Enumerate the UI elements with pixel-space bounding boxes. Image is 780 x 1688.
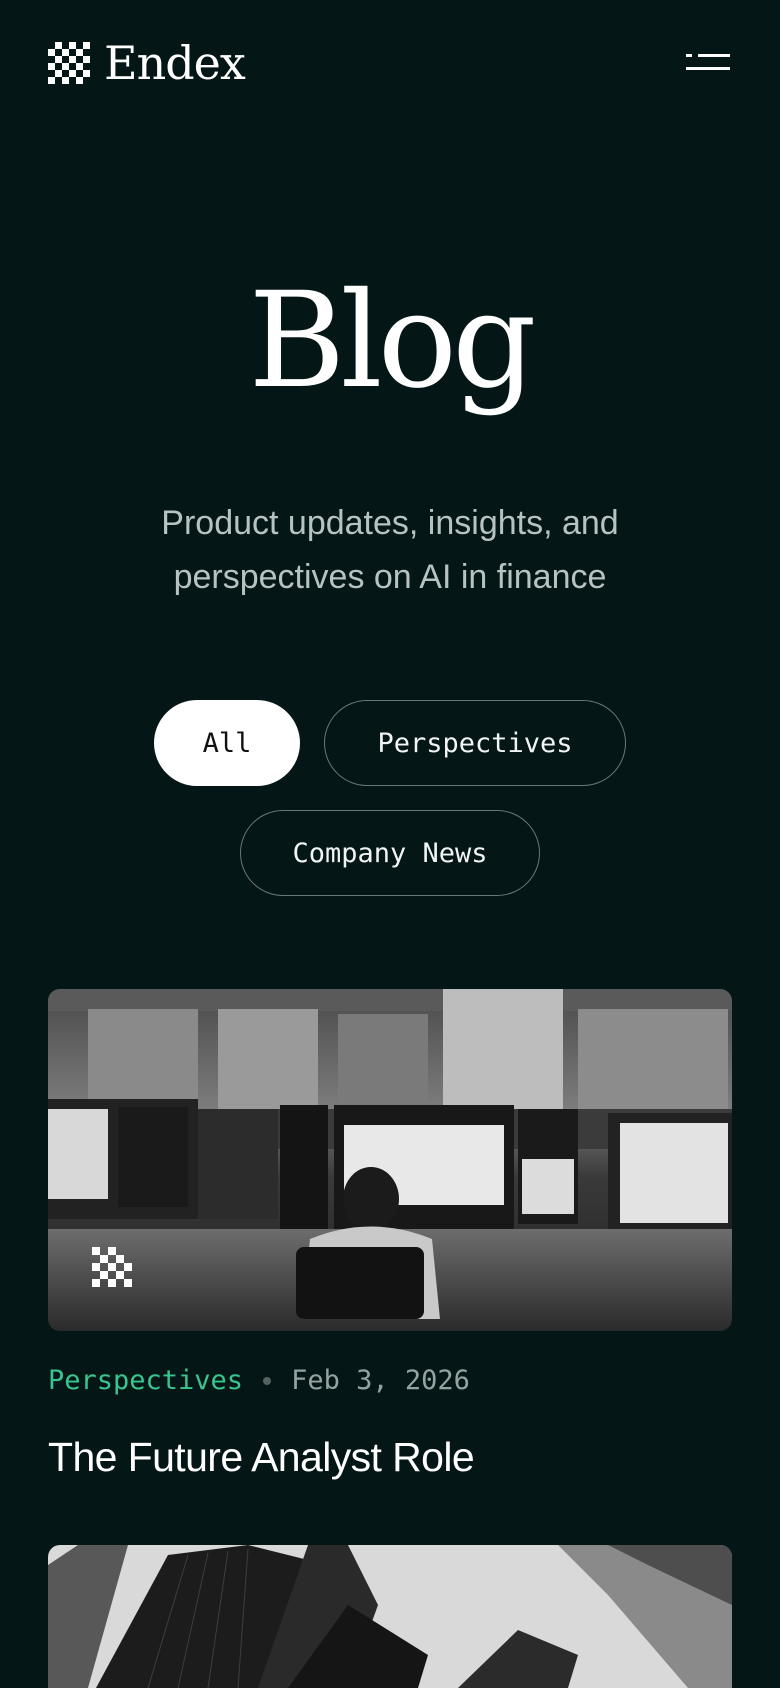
post-title[interactable]: The Future Analyst Role (48, 1432, 475, 1482)
post-cover-image[interactable] (48, 1545, 732, 1688)
post-meta: Perspectives Feb 3, 2026 (48, 1365, 470, 1396)
skyscrapers-photo (48, 1545, 732, 1688)
filter-all[interactable]: All (154, 700, 300, 786)
page-title: Blog (248, 264, 536, 418)
post-cover-image[interactable] (48, 989, 732, 1331)
filter-company-news[interactable]: Company News (240, 810, 540, 896)
filter-perspectives[interactable]: Perspectives (324, 700, 626, 786)
post-date: Feb 3, 2026 (291, 1365, 470, 1396)
checkerboard-logo-icon (48, 42, 90, 84)
menu-icon (686, 54, 730, 70)
meta-separator-dot (263, 1376, 272, 1385)
brand-logo-link[interactable]: Endex (48, 36, 246, 90)
category-filters: All Perspectives Company News (0, 700, 780, 896)
page-subtitle: Product updates, insights, and perspecti… (161, 504, 619, 596)
post-category[interactable]: Perspectives (48, 1365, 243, 1396)
site-header: Endex (0, 0, 780, 130)
menu-button[interactable] (686, 50, 730, 74)
brand-name: Endex (104, 36, 246, 90)
trading-floor-photo (48, 989, 732, 1331)
